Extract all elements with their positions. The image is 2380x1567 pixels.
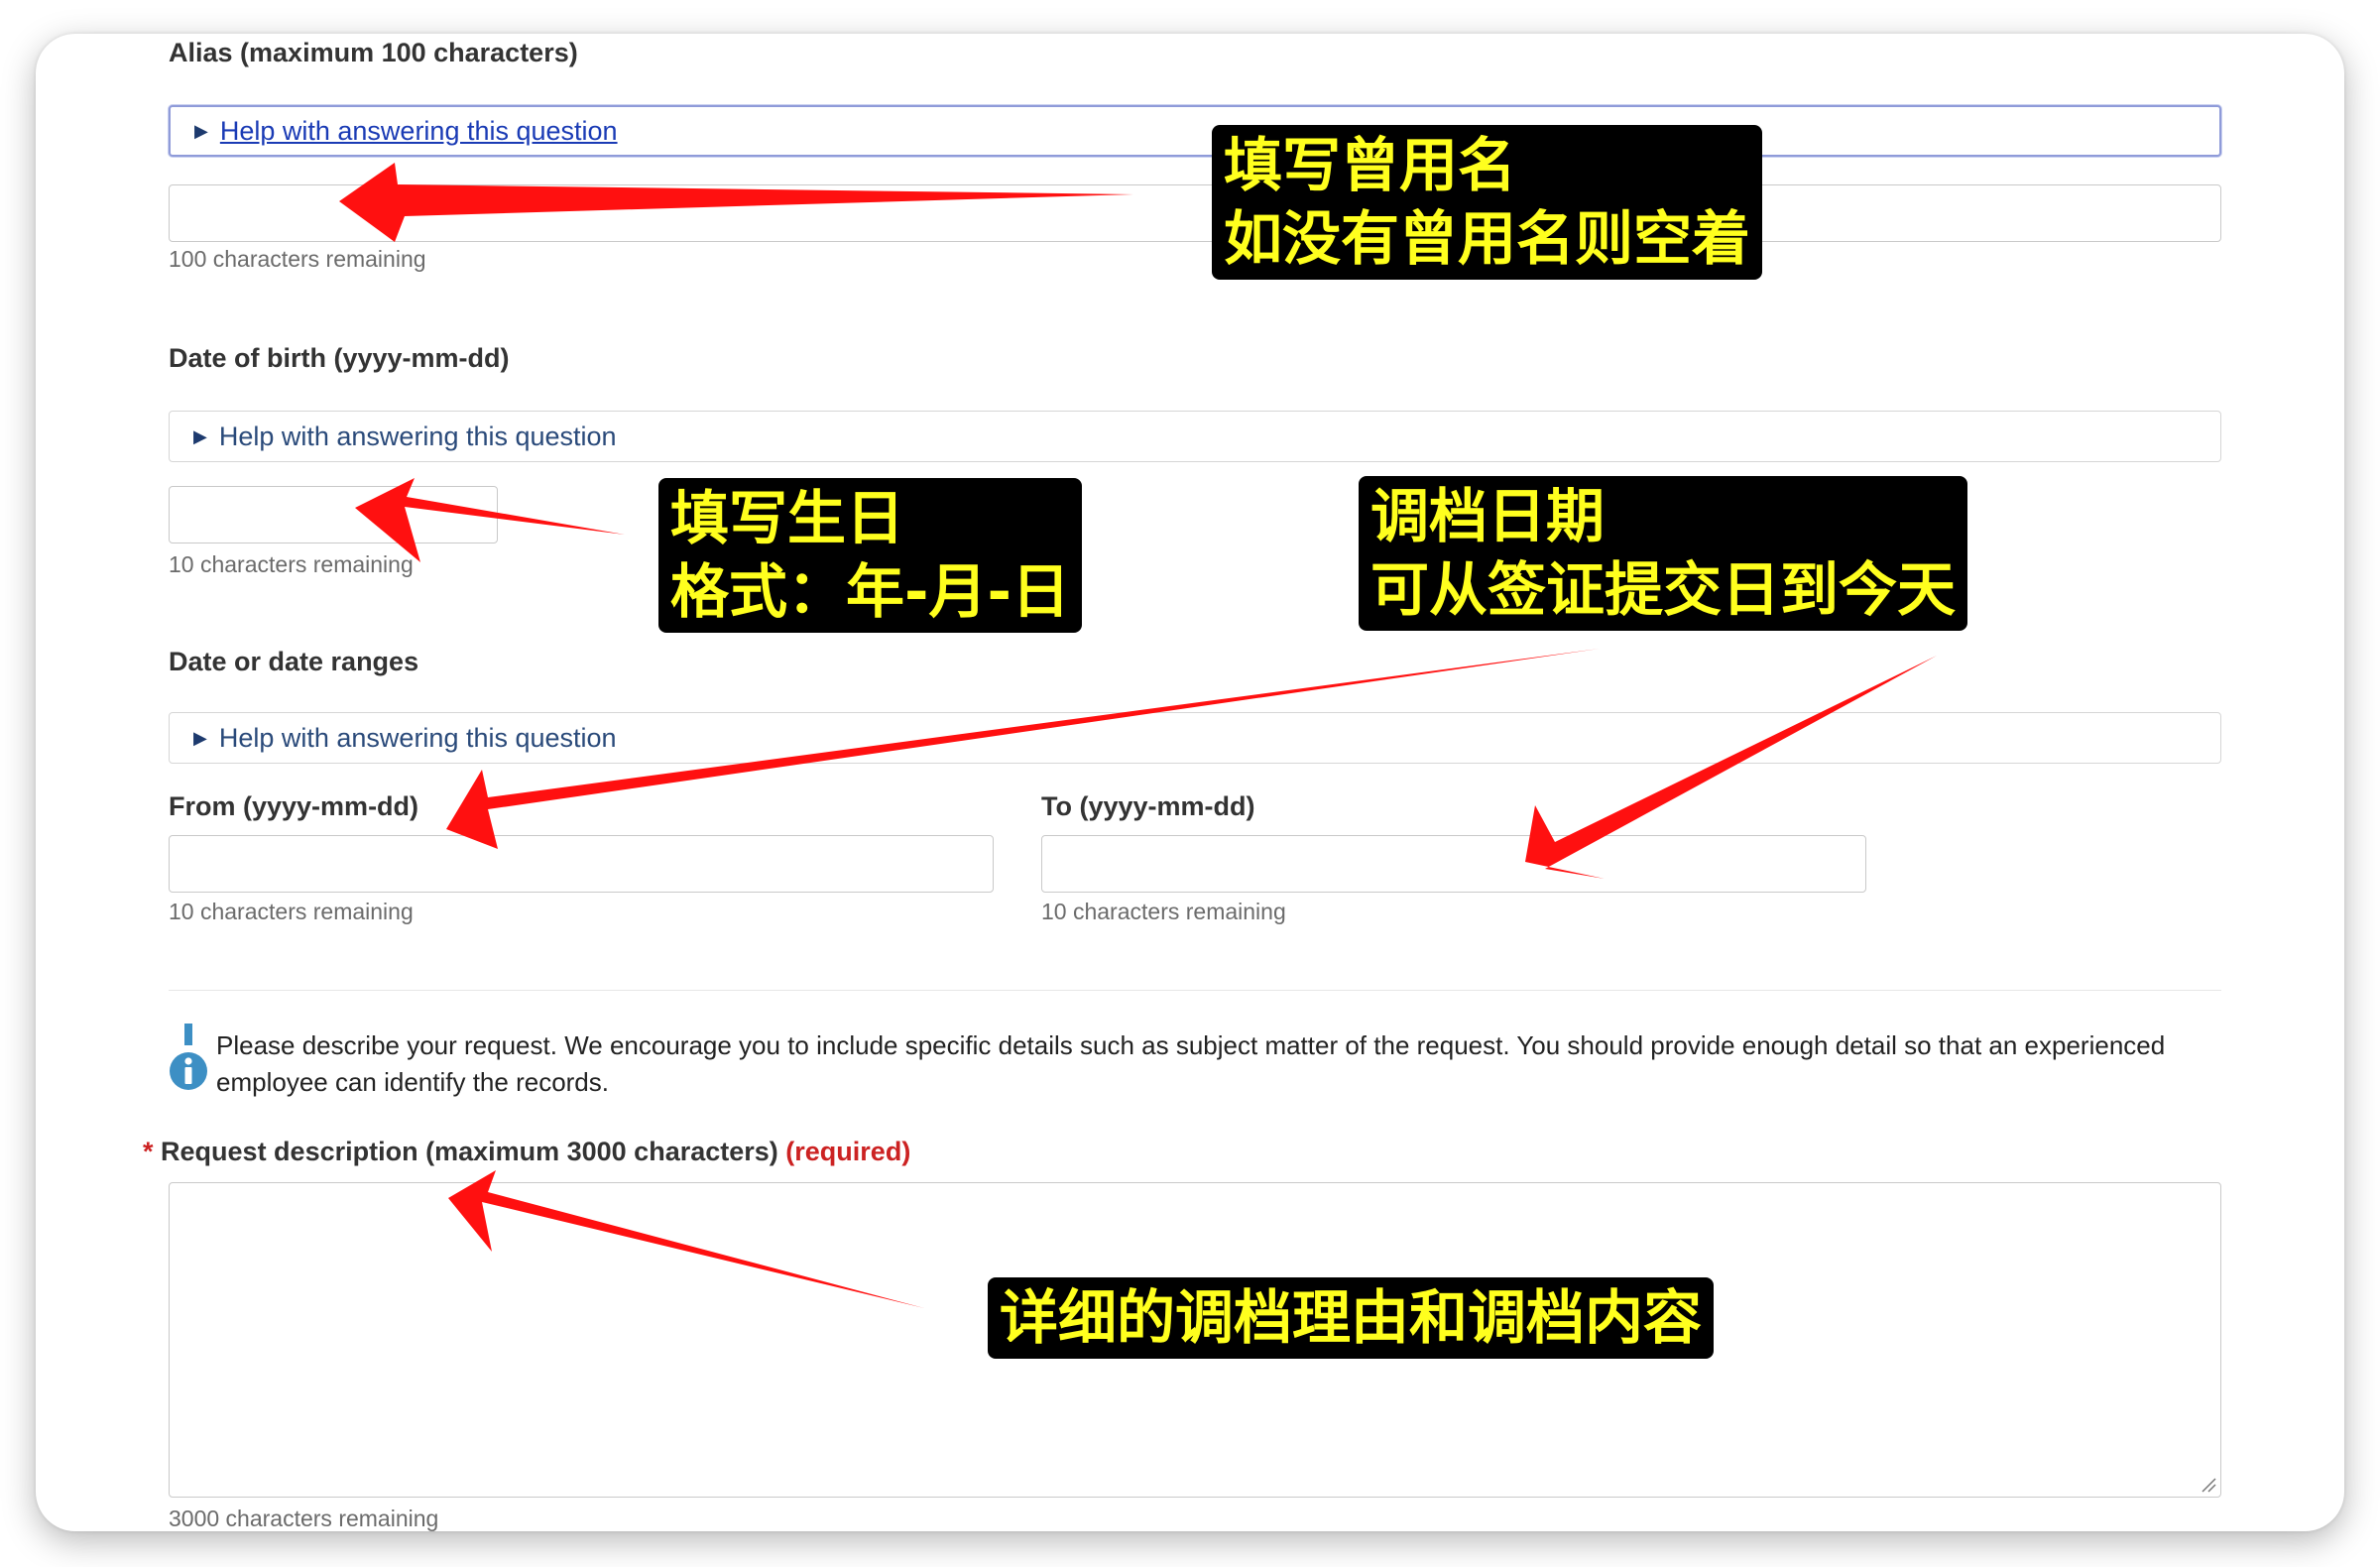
annotation-dob-line2: 格式：年-月-日 (670, 557, 1070, 626)
arrow-to-alias-input (339, 163, 1133, 242)
annotation-alias: 填写曾用名 如没有曾用名则空着 (1212, 125, 1763, 280)
annotation-dates-line2: 可从签证提交日到今天 (1370, 555, 1957, 624)
annotation-dates-line1: 调档日期 (1370, 482, 1606, 550)
annotation-alias-line2: 如没有曾用名则空着 (1224, 204, 1751, 273)
annotation-dates: 调档日期 可从签证提交日到今天 (1359, 476, 1968, 631)
annotation-request-line1: 详细的调档理由和调档内容 (1000, 1283, 1703, 1352)
form-card: Alias (maximum 100 characters) ▶ Help wi… (36, 34, 2344, 1531)
arrow-to-request-textarea (448, 1170, 924, 1308)
annotation-request: 详细的调档理由和调档内容 (988, 1277, 1715, 1359)
annotation-alias-line1: 填写曾用名 (1224, 131, 1517, 199)
annotation-dob: 填写生日 格式：年-月-日 (658, 478, 1082, 633)
arrow-to-to-date-input (1525, 656, 1937, 879)
annotation-dob-line1: 填写生日 (670, 484, 905, 552)
arrow-to-from-date-input (446, 649, 1600, 849)
arrow-to-dob-input (355, 478, 625, 562)
